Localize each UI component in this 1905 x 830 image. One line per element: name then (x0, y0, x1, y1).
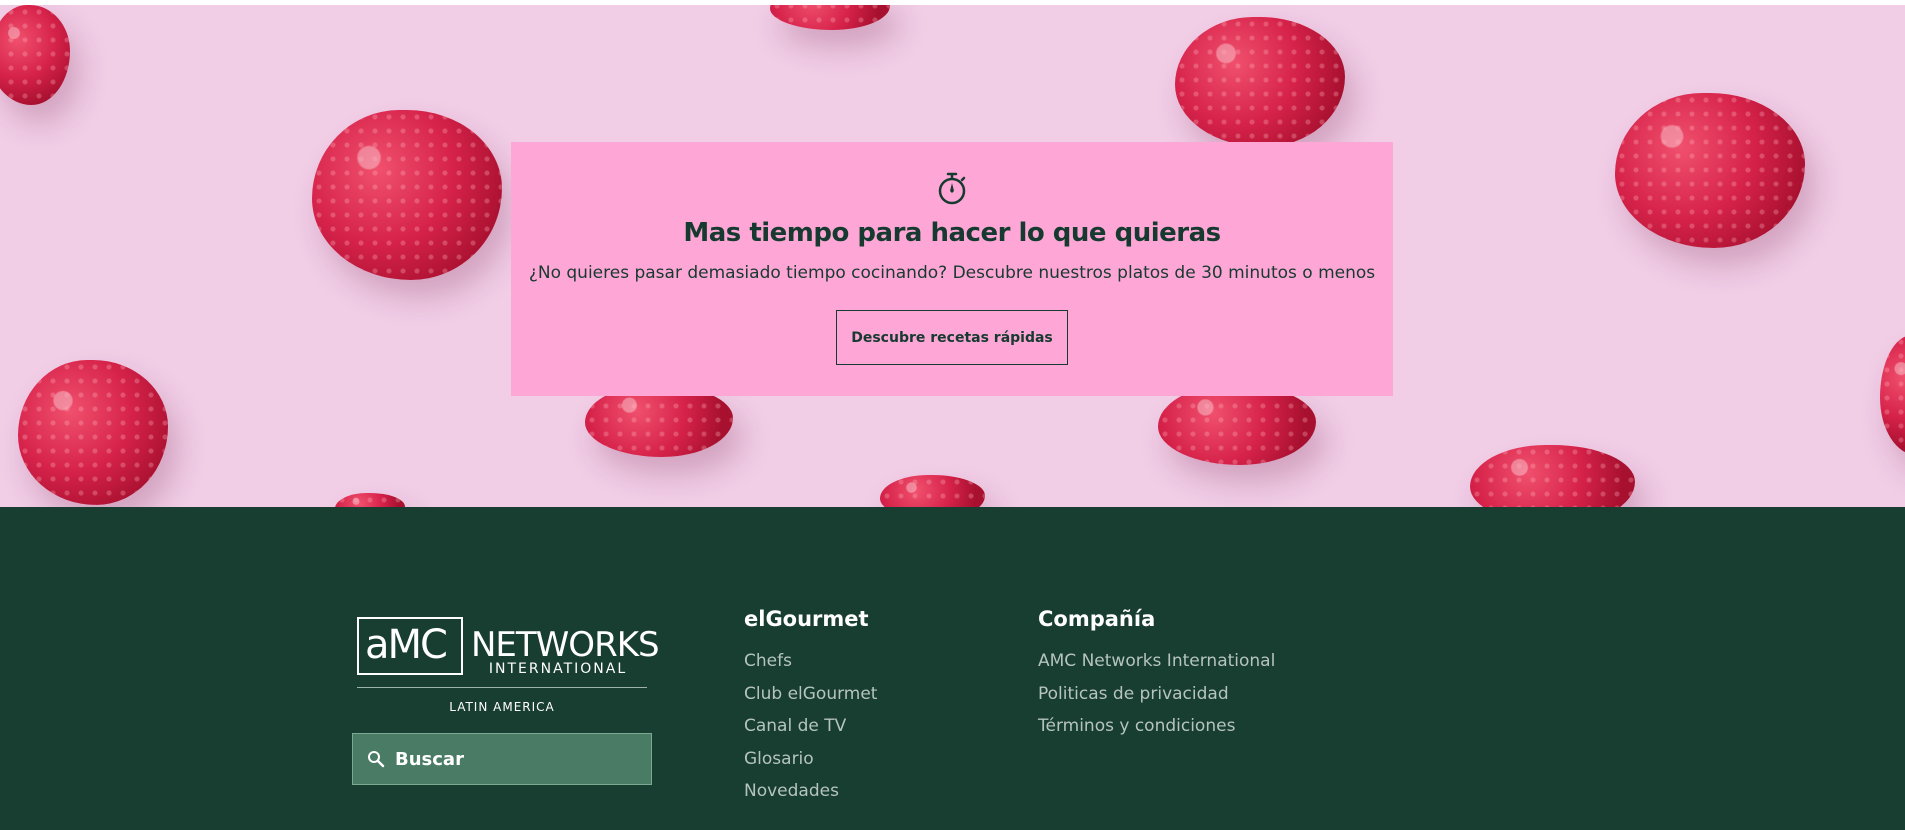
quick-recipes-promo: Mas tiempo para hacer lo que quieras ¿No… (511, 142, 1393, 396)
amc-networks-logo[interactable]: aMC NETWORKS INTERNATIONAL LATIN AMERICA (355, 611, 660, 716)
footer-link-amc-networks[interactable]: AMC Networks International (1038, 645, 1275, 678)
raspberry-image (0, 5, 70, 105)
raspberry-image (335, 493, 405, 507)
search-label: Buscar (395, 748, 464, 770)
raspberry-image (1880, 335, 1905, 455)
footer-link-list: Chefs Club elGourmet Canal de TV Glosari… (744, 645, 877, 808)
stopwatch-icon (938, 172, 966, 205)
raspberry-image (880, 475, 985, 507)
promo-title: Mas tiempo para hacer lo que quieras (683, 218, 1221, 248)
raspberry-image (312, 110, 502, 280)
footer-link-list: AMC Networks International Politicas de … (1038, 645, 1275, 743)
logo-region-text: LATIN AMERICA (449, 700, 555, 714)
footer-link-novedades[interactable]: Novedades (744, 775, 877, 808)
logo-divider (357, 687, 647, 688)
footer-link-canal-tv[interactable]: Canal de TV (744, 710, 877, 743)
site-footer: aMC NETWORKS INTERNATIONAL LATIN AMERICA… (0, 507, 1905, 830)
quick-recipes-button[interactable]: Descubre recetas rápidas (836, 310, 1068, 365)
hero-banner: Mas tiempo para hacer lo que quieras ¿No… (0, 5, 1905, 507)
logo-amc-text: aMC (365, 622, 448, 668)
raspberry-image (1158, 385, 1316, 465)
raspberry-image (1470, 445, 1635, 507)
raspberry-image (18, 360, 168, 505)
footer-column-elgourmet: elGourmet Chefs Club elGourmet Canal de … (744, 607, 877, 808)
footer-link-privacy[interactable]: Politicas de privacidad (1038, 678, 1275, 711)
logo-international-text: INTERNATIONAL (488, 661, 628, 677)
footer-link-club[interactable]: Club elGourmet (744, 678, 877, 711)
footer-column-heading: Compañía (1038, 607, 1156, 631)
raspberry-image (1615, 93, 1805, 248)
footer-link-glosario[interactable]: Glosario (744, 743, 877, 776)
footer-column-heading: elGourmet (744, 607, 869, 631)
search-input[interactable]: Buscar (352, 733, 652, 785)
promo-subtitle: ¿No quieres pasar demasiado tiempo cocin… (528, 263, 1376, 283)
footer-link-terms[interactable]: Términos y condiciones (1038, 710, 1275, 743)
raspberry-image (1175, 17, 1345, 147)
logo-networks-text: NETWORKS (471, 625, 660, 665)
raspberry-image (770, 5, 890, 30)
search-icon (368, 751, 385, 768)
footer-column-compania: Compañía AMC Networks International Poli… (1038, 607, 1275, 743)
footer-link-chefs[interactable]: Chefs (744, 645, 877, 678)
